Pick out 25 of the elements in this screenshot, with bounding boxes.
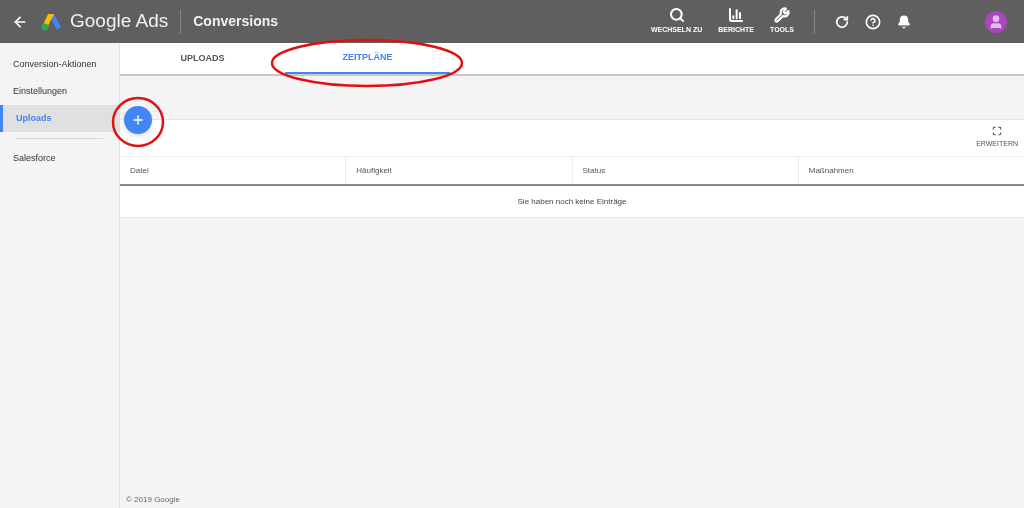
sidebar-item[interactable]: Einstellungen [0,78,119,105]
sidebar-item[interactable]: Conversion-Aktionen [0,51,119,78]
avatar[interactable] [985,10,1007,33]
product-name: Google Ads [70,9,169,34]
sidebar-item[interactable]: Salesforce [0,145,119,172]
wrench-icon [774,7,790,24]
tab[interactable]: UPLOADS [120,43,285,74]
expand-icon [992,126,1003,137]
bar-chart-icon [728,7,745,24]
search-icon [668,7,685,24]
logo-icon [40,12,62,31]
copyright: © 2019 Google [125,494,181,506]
page-title: Conversions [193,12,279,31]
empty-message: Sie haben noch keine Einträge [516,195,628,208]
plus-icon [131,113,145,127]
annotation-circle [111,95,165,149]
column-header: Datei [129,164,150,177]
column-header: Häufigkeit [345,157,572,184]
column-header: Maßnahmen [797,157,1024,184]
refresh-icon[interactable] [835,14,849,29]
help-icon[interactable] [865,13,881,30]
notification-icon[interactable] [897,14,911,29]
person-icon [988,13,1004,30]
column-header: Status [571,157,798,184]
add-button[interactable] [124,106,152,134]
